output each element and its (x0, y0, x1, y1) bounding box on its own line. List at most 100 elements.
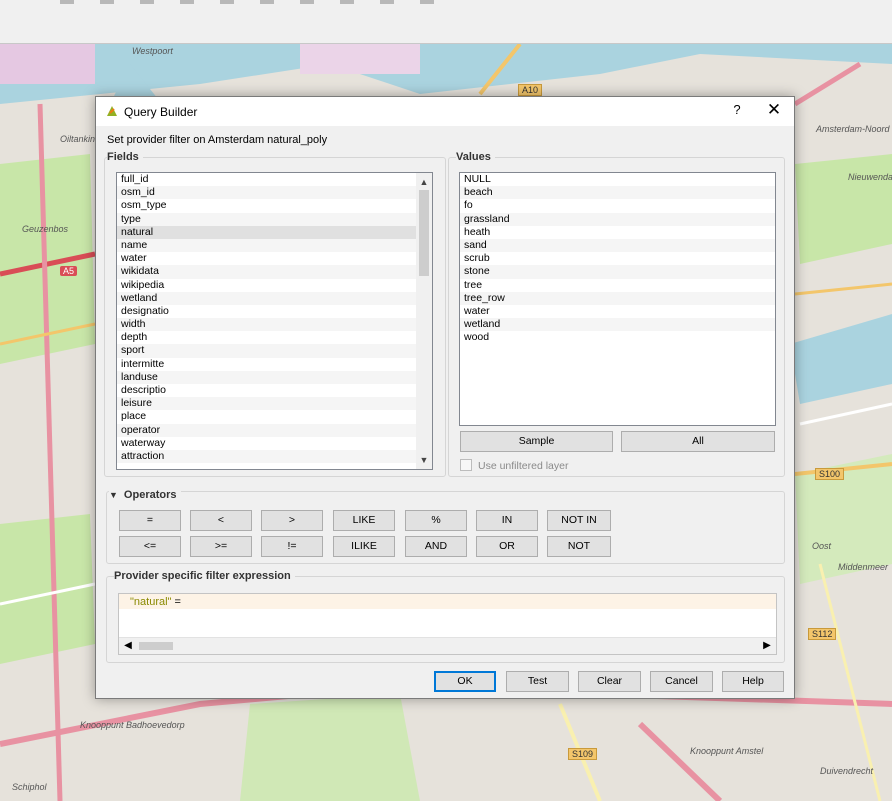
expression-scroll-thumb[interactable] (139, 642, 173, 650)
help-icon[interactable]: ? (729, 102, 745, 117)
expression-field: "natural" (130, 596, 172, 608)
list-item[interactable]: width (117, 318, 432, 332)
sample-button[interactable]: Sample (460, 431, 613, 452)
operator-button[interactable]: LIKE (333, 510, 395, 531)
operator-button[interactable]: AND (405, 536, 467, 557)
operator-button[interactable]: <= (119, 536, 181, 557)
list-item[interactable]: water (460, 305, 775, 318)
use-unfiltered-label: Use unfiltered layer (478, 460, 569, 472)
list-item[interactable]: wikipedia (117, 279, 432, 292)
operator-button[interactable]: NOT IN (547, 510, 611, 531)
query-builder-dialog: Query Builder ? ✕ Set provider filter on… (95, 96, 795, 699)
cancel-button[interactable]: Cancel (650, 671, 713, 692)
list-item[interactable]: water (117, 252, 432, 265)
operator-button[interactable]: NOT (547, 536, 611, 557)
expression-group-title: Provider specific filter expression (114, 570, 295, 582)
list-item[interactable]: sport (117, 344, 432, 358)
map-label-geuzenbos: Geuzenbos (22, 224, 69, 234)
list-item[interactable]: beach (460, 186, 775, 200)
list-item[interactable]: osm_type (117, 199, 432, 212)
list-item[interactable]: fo (460, 199, 775, 212)
values-rows: NULL beach fo grassland heath sand scrub stone t… (460, 173, 775, 344)
list-item[interactable]: place (117, 410, 432, 423)
operators-group-title[interactable]: ▼ Operators (109, 489, 181, 501)
map-label-amsterdam-noord: Amsterdam-Noord (816, 124, 890, 134)
operator-button[interactable]: = (119, 510, 181, 531)
list-item[interactable]: depth (117, 331, 432, 344)
list-item[interactable]: scrub (460, 252, 775, 265)
list-item[interactable]: wikidata (117, 265, 432, 279)
scroll-up-icon[interactable]: ▲ (416, 175, 432, 189)
operator-button[interactable]: >= (190, 536, 252, 557)
operator-button[interactable]: IN (476, 510, 538, 531)
scroll-down-icon[interactable]: ▼ (416, 453, 432, 467)
map-label-duivendrecht: Duivendrecht (820, 766, 874, 776)
list-item[interactable]: attraction (117, 449, 432, 464)
list-item[interactable]: stone (460, 265, 775, 279)
collapse-triangle-icon[interactable]: ▼ (109, 490, 118, 500)
map-label-westpoort: Westpoort (132, 46, 173, 56)
map-label-knooppunt-badhoevedorp: Knooppunt Badhoevedorp (80, 720, 185, 730)
list-item[interactable]: leisure (117, 397, 432, 411)
operator-button[interactable]: OR (476, 536, 538, 557)
list-item[interactable]: osm_id (117, 186, 432, 200)
fields-list[interactable]: full_id osm_id osm_type type natural name wate… (116, 172, 433, 470)
operator-button[interactable]: > (261, 510, 323, 531)
operator-button[interactable]: < (190, 510, 252, 531)
map-label-knooppunt-amstel: Knooppunt Amstel (690, 746, 764, 756)
list-item[interactable]: full_id (117, 173, 432, 186)
list-item[interactable]: grassland (460, 212, 775, 226)
list-item[interactable]: designatio (117, 305, 432, 318)
dialog-titlebar[interactable]: Query Builder ? ✕ (96, 97, 794, 126)
operator-button[interactable]: ILIKE (333, 536, 395, 557)
values-list[interactable]: NULL beach fo grassland heath sand scrub stone t… (459, 172, 776, 426)
operator-button[interactable]: % (405, 510, 467, 531)
close-icon[interactable]: ✕ (764, 100, 784, 120)
app-toolbar (0, 0, 892, 44)
use-unfiltered-row[interactable]: Use unfiltered layer (460, 459, 568, 472)
fields-vscroll[interactable]: ▲ ▼ (416, 173, 432, 469)
list-item[interactable]: natural (117, 225, 432, 239)
all-button[interactable]: All (621, 431, 775, 452)
dialog-subtitle: Set provider filter on Amsterdam natural… (107, 134, 328, 146)
list-item[interactable]: descriptio (117, 384, 432, 397)
expression-hscroll[interactable]: ◀ ▶ (119, 637, 776, 654)
list-item[interactable]: tree (460, 279, 775, 292)
list-item[interactable]: name (117, 238, 432, 253)
map-label-middenmeer: Middenmeer (838, 562, 889, 572)
list-item[interactable]: waterway (117, 437, 432, 450)
operator-button[interactable]: != (261, 536, 323, 557)
list-item[interactable]: wood (460, 331, 775, 344)
list-item[interactable]: operator (117, 423, 432, 437)
dialog-title: Query Builder (124, 105, 198, 119)
list-item[interactable]: NULL (460, 173, 775, 186)
operators-label: Operators (123, 489, 177, 501)
map-label-s109: S109 (568, 748, 598, 760)
map-label-nieuwendam: Nieuwendam (848, 172, 892, 182)
list-item[interactable]: tree_row (460, 291, 775, 305)
test-button[interactable]: Test (506, 671, 569, 692)
list-item[interactable]: landuse (117, 370, 432, 384)
values-group-title: Values (456, 151, 495, 163)
map-label-schiphol: Schiphol (12, 782, 47, 792)
ok-button[interactable]: OK (434, 671, 496, 692)
expression-text[interactable]: "natural" = (130, 596, 181, 608)
use-unfiltered-checkbox[interactable] (460, 459, 472, 471)
clear-button[interactable]: Clear (578, 671, 641, 692)
map-label-s112: S112 (808, 628, 837, 640)
list-item[interactable]: type (117, 212, 432, 226)
scroll-left-icon[interactable]: ◀ (121, 638, 135, 654)
fields-scroll-thumb[interactable] (419, 190, 429, 276)
list-item[interactable]: wetland (117, 291, 432, 305)
list-item[interactable]: heath (460, 226, 775, 239)
map-label-oost: Oost (812, 541, 832, 551)
list-item[interactable]: wetland (460, 318, 775, 332)
list-item[interactable]: intermitte (117, 358, 432, 371)
expression-editor[interactable]: "natural" = ◀ ▶ (118, 593, 777, 655)
map-label-a10: A10 (518, 84, 543, 96)
help-button[interactable]: Help (722, 671, 784, 692)
fields-rows: full_id osm_id osm_type type natural name wate… (117, 173, 432, 464)
expression-operator: = (171, 596, 181, 608)
list-item[interactable]: sand (460, 238, 775, 253)
scroll-right-icon[interactable]: ▶ (760, 638, 774, 654)
